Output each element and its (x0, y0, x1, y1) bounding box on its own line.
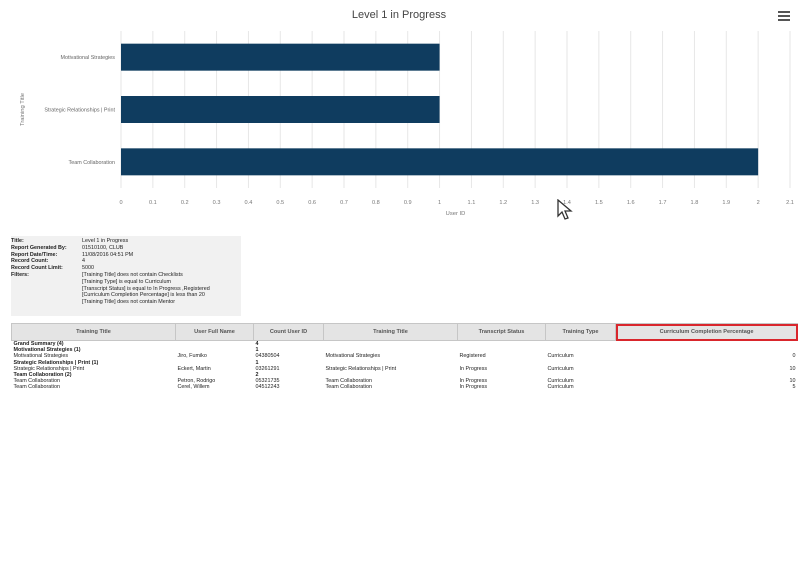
report-info-value: 11/08/2016 04:51 PM (82, 251, 134, 258)
y-category-label: Motivational Strategies (60, 55, 115, 61)
y-category-label: Strategic Relationships | Print (44, 108, 115, 114)
column-header[interactable]: User Full Name (175, 323, 254, 341)
column-header[interactable]: Transcript Status (457, 323, 546, 341)
x-tick-label: 0.9 (404, 200, 412, 206)
table-cell: 04512243 (255, 384, 280, 391)
group-summary-row: Grand Summary (4) 4 (12, 341, 798, 348)
x-tick-label: 0.3 (213, 200, 221, 206)
column-header[interactable]: Training Type (545, 323, 616, 341)
table-row: Team Collaboration Cerel, Willem 04512243 T… (12, 384, 798, 390)
x-tick-label: 1 (438, 200, 441, 206)
x-tick-label: 0.8 (372, 200, 380, 206)
x-tick-label: 0.6 (308, 200, 316, 206)
report-info-value: 4 (82, 258, 85, 265)
hamburger-menu-icon[interactable] (778, 11, 790, 21)
mouse-cursor-icon (557, 199, 573, 220)
bar (121, 148, 759, 176)
report-info-label: Record Count: (11, 258, 49, 265)
x-tick-label: 0.7 (340, 200, 348, 206)
table-cell (176, 341, 254, 348)
x-tick-label: 1.7 (659, 200, 667, 206)
report-info-value: [Training Title] does not contain Checkl… (82, 272, 183, 278)
table-cell: Team Collaboration (325, 384, 372, 391)
report-info-label: Filters: (11, 272, 29, 278)
table-cell: In Progress (459, 384, 488, 391)
x-tick-label: 2 (757, 200, 760, 206)
x-tick-label: 2.1 (786, 200, 794, 206)
report-info-value: Level 1 in Progress (82, 238, 129, 244)
report-info-value: 01510100, CLUB (82, 244, 124, 251)
column-header[interactable]: Curriculum Completion Percentage (615, 323, 798, 341)
report-info-label: Report Generated By: (11, 244, 67, 251)
table-cell: 5 (792, 384, 796, 391)
chart-title: Level 1 in Progress (351, 9, 447, 21)
table-cell: 4 (255, 341, 259, 347)
report-info-value: [Training Type] is equal to Curriculum (82, 278, 171, 285)
x-tick-label: 1.3 (531, 200, 539, 206)
table-cell (324, 341, 458, 348)
x-tick-label: 0.1 (149, 200, 157, 206)
x-tick-label: 0.5 (276, 200, 284, 206)
column-header[interactable]: Count User ID (253, 323, 324, 341)
report-info-value: 5000 (82, 265, 94, 272)
x-tick-label: 0.2 (181, 200, 189, 206)
bar (121, 43, 440, 71)
report-info-value: [Training Title] does not contain Mentor (82, 299, 175, 306)
column-header[interactable]: Training Title (323, 323, 458, 341)
x-tick-label: 0 (119, 200, 122, 206)
x-tick-label: 1.1 (468, 200, 476, 206)
table-cell: Team Collaboration (13, 384, 60, 391)
table-cell: Curriculum (547, 384, 574, 391)
table-cell (546, 341, 616, 348)
table-cell: Grand Summary (4) (13, 341, 64, 347)
x-tick-label: 1.5 (595, 200, 603, 206)
table-cell (616, 341, 798, 348)
x-tick-label: 1.2 (499, 200, 507, 206)
report-info-value: [Curriculum Completion Percentage] is le… (82, 292, 205, 299)
table-cell: Cerel, Willem (177, 384, 210, 391)
x-tick-label: 1.6 (627, 200, 635, 206)
column-header[interactable]: Training Title (11, 323, 176, 341)
report-info-label: Title: (11, 238, 24, 244)
y-category-label: Team Collaboration (69, 160, 115, 166)
table-cell (458, 341, 546, 348)
report-info-panel: Title: Level 1 in Progress Report Generate… (11, 236, 241, 316)
x-axis-title: User ID (446, 211, 466, 217)
y-axis-title: Training Title (20, 93, 26, 126)
x-tick-label: 1.8 (691, 200, 699, 206)
report-info-value: [Transcript Status] is equal to In Progr… (82, 285, 210, 292)
x-tick-label: 1.9 (722, 200, 730, 206)
bar-chart: 0 0.1 0.2 0.3 0.4 0.5 0.6 0.7 0.8 0.9 1 1.1 1.2 1.3 1.… (20, 31, 794, 217)
report-table: Training Title User Full Name Count User I… (11, 323, 798, 391)
report-info-label: Record Count Limit: (11, 265, 63, 272)
bar (121, 96, 440, 123)
x-tick-label: 0.4 (245, 200, 253, 206)
report-info-label: Report Date/Time: (11, 251, 58, 258)
